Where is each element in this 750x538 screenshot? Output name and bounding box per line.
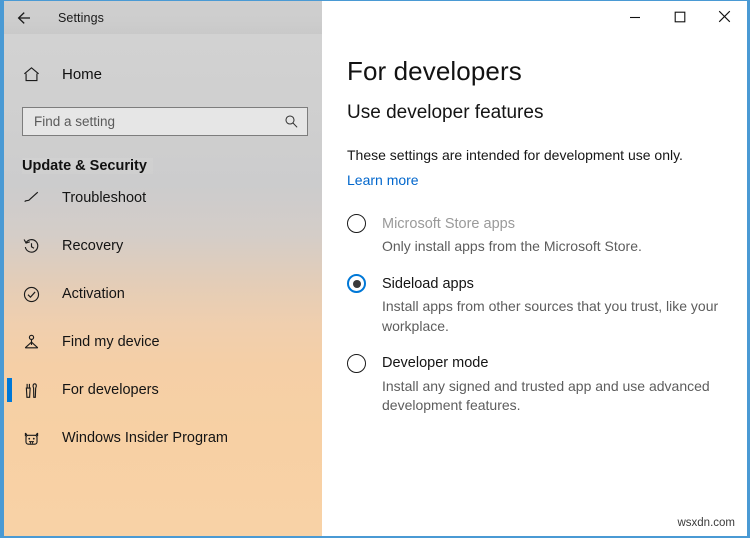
main-content: For developers Use developer features Th… bbox=[322, 34, 747, 536]
activation-check-icon bbox=[22, 285, 44, 304]
sidebar-item-activation[interactable]: Activation bbox=[4, 270, 322, 318]
sidebar-nav-list: Troubleshoot Recovery Activation Find my… bbox=[4, 174, 322, 462]
option-head[interactable]: Sideload apps bbox=[347, 274, 747, 294]
sidebar-section-header: Update & Security bbox=[22, 158, 153, 174]
home-icon bbox=[22, 65, 44, 84]
close-icon bbox=[718, 10, 731, 23]
learn-more-link[interactable]: Learn more bbox=[347, 172, 419, 188]
section-title: Use developer features bbox=[347, 102, 544, 123]
back-button[interactable] bbox=[4, 2, 44, 34]
radio-microsoft-store-apps[interactable] bbox=[347, 214, 366, 233]
sidebar-item-label: Find my device bbox=[62, 334, 160, 350]
sidebar-item-find-my-device[interactable]: Find my device bbox=[4, 318, 322, 366]
radio-sideload-apps[interactable] bbox=[347, 274, 366, 294]
insider-bug-icon bbox=[22, 429, 44, 448]
sidebar-item-windows-insider-program[interactable]: Windows Insider Program bbox=[4, 414, 322, 462]
home-label: Home bbox=[62, 65, 103, 83]
selection-indicator bbox=[7, 378, 12, 402]
sidebar-item-recovery[interactable]: Recovery bbox=[4, 222, 322, 270]
find-my-device-icon bbox=[22, 333, 44, 352]
minimize-icon bbox=[629, 11, 641, 23]
option-label: Microsoft Store apps bbox=[382, 215, 515, 232]
sidebar-item-for-developers[interactable]: For developers bbox=[4, 366, 322, 414]
maximize-icon bbox=[674, 11, 686, 23]
option-description: Only install apps from the Microsoft Sto… bbox=[382, 238, 642, 254]
sidebar-item-label: Activation bbox=[62, 286, 125, 302]
app-title: Settings bbox=[58, 10, 104, 25]
window-controls bbox=[322, 1, 747, 34]
sidebar-item-label: For developers bbox=[62, 382, 159, 398]
sidebar: Home Update & Security Troubleshoo bbox=[4, 34, 322, 536]
sidebar-item-label: Troubleshoot bbox=[62, 190, 147, 206]
settings-window: Settings Home Find a setting Update & Se… bbox=[0, 0, 750, 538]
sidebar-item-label: Windows Insider Program bbox=[62, 430, 228, 446]
search-input[interactable] bbox=[34, 114, 284, 129]
option-developer-mode[interactable]: Developer mode Install any signed and tr… bbox=[347, 353, 747, 416]
option-description: Install any signed and trusted app and u… bbox=[382, 377, 710, 414]
option-head[interactable]: Microsoft Store apps bbox=[347, 214, 747, 233]
search-box[interactable] bbox=[22, 107, 308, 136]
radio-developer-mode[interactable] bbox=[347, 353, 366, 373]
troubleshoot-icon bbox=[22, 189, 44, 208]
back-arrow-icon bbox=[15, 9, 33, 27]
page-title: For developers bbox=[347, 56, 522, 86]
minimize-button[interactable] bbox=[612, 1, 657, 32]
intro-text: These settings are intended for developm… bbox=[347, 147, 683, 163]
option-description: Install apps from other sources that you… bbox=[382, 298, 719, 334]
option-sideload-apps[interactable]: Sideload apps Install apps from other so… bbox=[347, 274, 747, 336]
option-label: Developer mode bbox=[382, 355, 489, 372]
option-label: Sideload apps bbox=[382, 275, 474, 292]
developer-options-group: Microsoft Store apps Only install apps f… bbox=[347, 214, 747, 416]
maximize-button[interactable] bbox=[657, 1, 702, 32]
option-microsoft-store-apps[interactable]: Microsoft Store apps Only install apps f… bbox=[347, 214, 747, 256]
watermark: wsxdn.com bbox=[677, 517, 735, 529]
sidebar-item-label: Recovery bbox=[62, 238, 124, 254]
recovery-history-icon bbox=[22, 237, 44, 256]
option-head[interactable]: Developer mode bbox=[347, 353, 747, 373]
sidebar-item-home[interactable]: Home bbox=[4, 56, 322, 92]
developer-tools-icon bbox=[22, 381, 44, 400]
close-button[interactable] bbox=[702, 1, 747, 32]
title-bar: Settings bbox=[4, 1, 747, 34]
sidebar-item-troubleshoot[interactable]: Troubleshoot bbox=[4, 174, 322, 222]
search-icon bbox=[284, 114, 299, 129]
title-bar-left: Settings bbox=[4, 1, 322, 34]
